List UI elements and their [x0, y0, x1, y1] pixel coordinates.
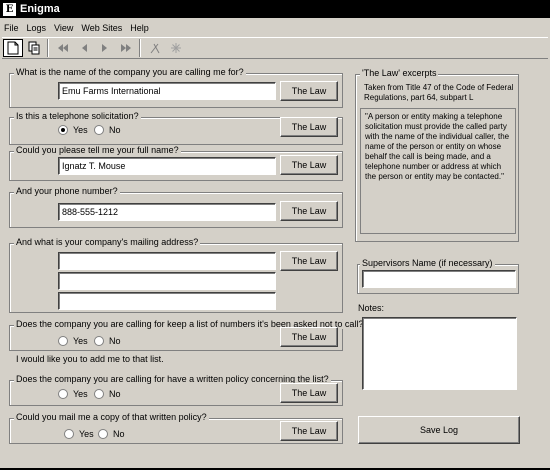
company-law-button[interactable]: The Law [280, 81, 338, 101]
address-label: And what is your company's mailing addre… [14, 237, 201, 247]
supervisor-name-input[interactable] [362, 270, 516, 288]
radio-empty-icon [94, 125, 104, 135]
mail-policy-label: Could you mail me a copy of that written… [14, 412, 209, 422]
previous-record-icon[interactable] [74, 39, 94, 57]
menu-help[interactable]: Help [130, 23, 149, 33]
copy-document-icon[interactable] [24, 39, 44, 57]
title-bar: E Enigma [0, 0, 550, 18]
toolbar-separator [139, 39, 141, 57]
radio-empty-icon [94, 389, 104, 399]
list-yes-radio[interactable]: Yes [58, 336, 88, 346]
toolbar-separator [47, 39, 49, 57]
mail-yes-radio[interactable]: Yes [64, 429, 94, 439]
supervisor-label: Supervisors Name (if necessary) [360, 258, 495, 268]
add-me-statement: I would like you to add me to that list. [16, 354, 164, 364]
list-law-button[interactable]: The Law [280, 327, 338, 347]
window-title: Enigma [20, 3, 60, 15]
radio-empty-icon [94, 336, 104, 346]
address-law-button[interactable]: The Law [280, 251, 338, 271]
address-line1-input[interactable] [58, 252, 276, 270]
address-line2-input[interactable] [58, 272, 276, 290]
menu-file[interactable]: File [4, 23, 19, 33]
menu-bar: File Logs View Web Sites Help [0, 19, 550, 36]
next-record-icon[interactable] [95, 39, 115, 57]
app-logo-icon: E [3, 2, 16, 16]
name-law-button[interactable]: The Law [280, 155, 338, 175]
radio-selected-icon [58, 125, 68, 135]
policy-law-button[interactable]: The Law [280, 383, 338, 403]
radio-empty-icon [58, 389, 68, 399]
notes-label: Notes: [358, 303, 385, 313]
full-name-input[interactable]: Ignatz T. Mouse [58, 157, 276, 175]
phone-input[interactable]: 888-555-1212 [58, 203, 276, 221]
menu-view[interactable]: View [54, 23, 73, 33]
law-excerpts-title: 'The Law' excerpts [360, 68, 439, 78]
solicitation-law-button[interactable]: The Law [280, 117, 338, 137]
address-line3-input[interactable] [58, 292, 276, 310]
radio-empty-icon [64, 429, 74, 439]
policy-yes-radio[interactable]: Yes [58, 389, 88, 399]
policy-no-radio[interactable]: No [94, 389, 121, 399]
mail-law-button[interactable]: The Law [280, 421, 338, 441]
company-name-label: What is the name of the company you are … [14, 67, 246, 77]
full-name-label: Could you please tell me your full name? [14, 145, 181, 155]
law-excerpt-quote: "A person or entity making a telephone s… [360, 108, 516, 234]
list-no-radio[interactable]: No [94, 336, 121, 346]
solicitation-yes-radio[interactable]: Yes [58, 125, 88, 135]
solicitation-no-radio[interactable]: No [94, 125, 121, 135]
solicitation-label: Is this a telephone solicitation? [14, 111, 141, 121]
phone-label: And your phone number? [14, 186, 120, 196]
cut-icon[interactable] [145, 39, 165, 57]
radio-empty-icon [58, 336, 68, 346]
snowflake-icon[interactable] [166, 39, 186, 57]
toolbar [2, 37, 548, 59]
new-document-icon[interactable] [3, 39, 23, 57]
company-name-input[interactable]: Emu Farms International [58, 82, 276, 100]
last-record-icon[interactable] [116, 39, 136, 57]
notes-textarea[interactable] [362, 317, 517, 390]
phone-law-button[interactable]: The Law [280, 201, 338, 221]
law-excerpts-source: Taken from Title 47 of the Code of Feder… [364, 83, 514, 102]
save-log-button[interactable]: Save Log [358, 416, 520, 444]
radio-empty-icon [98, 429, 108, 439]
mail-no-radio[interactable]: No [98, 429, 125, 439]
menu-logs[interactable]: Logs [27, 23, 47, 33]
menu-web-sites[interactable]: Web Sites [81, 23, 122, 33]
first-record-icon[interactable] [53, 39, 73, 57]
